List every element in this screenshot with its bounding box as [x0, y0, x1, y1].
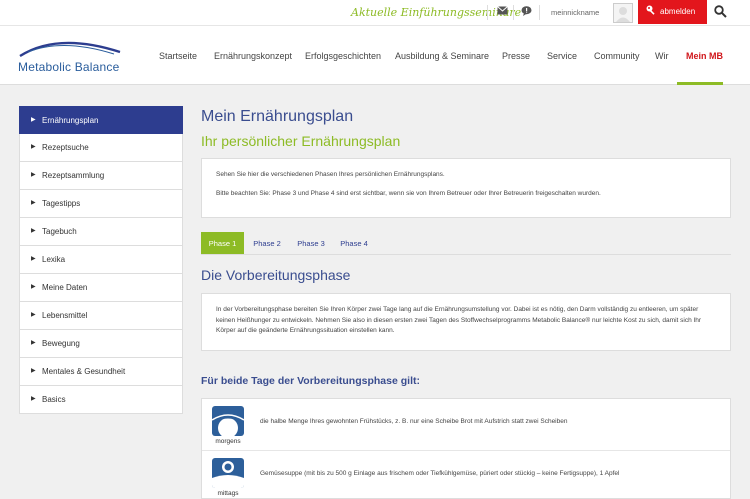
- chat-icon[interactable]: [521, 6, 532, 19]
- sidebar-item-lexika[interactable]: ▶ Lexika: [19, 246, 183, 274]
- tab-phase-4[interactable]: Phase 4: [333, 232, 375, 254]
- chevron-right-icon: ▶: [31, 340, 36, 346]
- nav-ausbildung-seminare[interactable]: Ausbildung & Seminare: [395, 51, 489, 61]
- divider: [487, 5, 488, 20]
- seminars-link[interactable]: Aktuelle Einführungsseminare: [351, 6, 521, 19]
- day-row-noon: mittags Gemüsesuppe (mit bis zu 500 g Ei…: [202, 450, 730, 499]
- sidebar-item-bewegung[interactable]: ▶ Bewegung: [19, 330, 183, 358]
- main-header: Metabolic Balance Startseite Ernährungsk…: [0, 25, 750, 85]
- nav-mein-mb[interactable]: Mein MB: [686, 51, 723, 61]
- chevron-right-icon: ▶: [31, 172, 36, 178]
- sidebar-item-label: Lexika: [42, 255, 66, 264]
- sidebar-item-mentales-gesundheit[interactable]: ▶ Mentales & Gesundheit: [19, 358, 183, 386]
- sunrise-icon: [212, 406, 244, 436]
- page-subtitle: Ihr persönlicher Ernährungsplan: [201, 133, 401, 149]
- sidebar-item-label: Rezeptsuche: [42, 143, 89, 152]
- chevron-right-icon: ▶: [31, 144, 36, 150]
- chevron-right-icon: ▶: [31, 368, 36, 374]
- day-text: die halbe Menge Ihres gewohnten Frühstüc…: [260, 418, 568, 425]
- logo[interactable]: Metabolic Balance: [18, 34, 128, 78]
- tab-phase-1[interactable]: Phase 1: [201, 232, 244, 254]
- sidebar-item-basics[interactable]: ▶ Basics: [19, 386, 183, 414]
- chevron-right-icon: ▶: [31, 256, 36, 262]
- day-label: morgens: [215, 438, 241, 445]
- logout-label: abmelden: [660, 7, 696, 16]
- nav-community[interactable]: Community: [594, 51, 640, 61]
- sidebar-item-label: Meine Daten: [42, 283, 88, 292]
- logo-text: Metabolic Balance: [18, 60, 120, 74]
- mail-icon[interactable]: [497, 6, 508, 18]
- nav-wir[interactable]: Wir: [655, 51, 669, 61]
- logo-swoosh-icon: [19, 41, 121, 58]
- days-heading: Für beide Tage der Vorbereitungsphase gi…: [201, 375, 420, 387]
- search-icon[interactable]: [714, 5, 727, 20]
- nav-startseite[interactable]: Startseite: [159, 51, 197, 61]
- sidebar-item-label: Lebensmittel: [42, 311, 88, 320]
- sidebar-item-meine-daten[interactable]: ▶ Meine Daten: [19, 274, 183, 302]
- day-row-morning: morgens die halbe Menge Ihres gewohnten …: [202, 399, 730, 449]
- nav-presse[interactable]: Presse: [502, 51, 530, 61]
- divider: [201, 254, 731, 255]
- chevron-right-icon: ▶: [31, 284, 36, 290]
- avatar[interactable]: [613, 3, 633, 23]
- sidebar: ▶ Ernährungsplan ▶ Rezeptsuche ▶ Rezeptsamm…: [19, 106, 183, 414]
- info-text: Sehen Sie hier die verschiedenen Phasen …: [216, 171, 445, 178]
- info-text: Bitte beachten Sie: Phase 3 und Phase 4 …: [216, 190, 601, 197]
- nav-service[interactable]: Service: [547, 51, 577, 61]
- sidebar-item-label: Rezeptsammlung: [42, 171, 105, 180]
- page-title: Mein Ernährungsplan: [201, 108, 354, 125]
- chevron-right-icon: ▶: [31, 312, 36, 318]
- sidebar-item-tagestipps[interactable]: ▶ Tagestipps: [19, 190, 183, 218]
- divider: [539, 5, 540, 20]
- days-box: morgens die halbe Menge Ihres gewohnten …: [201, 398, 731, 499]
- chevron-right-icon: ▶: [31, 228, 36, 234]
- sidebar-item-tagebuch[interactable]: ▶ Tagebuch: [19, 218, 183, 246]
- day-label: mittags: [217, 490, 239, 497]
- logout-button[interactable]: abmelden: [638, 0, 707, 24]
- active-nav-indicator: [677, 82, 723, 85]
- chevron-right-icon: ▶: [31, 396, 36, 402]
- top-utility-bar: Aktuelle Einführungsseminare meinnicknam…: [0, 0, 750, 25]
- day-text: Gemüsesuppe (mit bis zu 500 g Einlage au…: [260, 470, 620, 477]
- chevron-right-icon: ▶: [31, 200, 36, 206]
- sidebar-item-label: Tagebuch: [42, 227, 77, 236]
- username[interactable]: meinnickname: [551, 8, 599, 17]
- sidebar-item-rezeptsuche[interactable]: ▶ Rezeptsuche: [19, 134, 183, 162]
- tab-phase-2[interactable]: Phase 2: [246, 232, 288, 254]
- sidebar-item-rezeptsammlung[interactable]: ▶ Rezeptsammlung: [19, 162, 183, 190]
- sidebar-item-ernaehrungsplan[interactable]: ▶ Ernährungsplan: [19, 106, 183, 134]
- sidebar-item-label: Bewegung: [42, 339, 80, 348]
- phase-title: Die Vorbereitungsphase: [201, 267, 351, 283]
- info-box: Sehen Sie hier die verschiedenen Phasen …: [201, 158, 731, 218]
- key-icon: [646, 5, 657, 18]
- sidebar-item-label: Basics: [42, 395, 66, 404]
- sun-icon: [212, 458, 244, 488]
- sidebar-item-lebensmittel[interactable]: ▶ Lebensmittel: [19, 302, 183, 330]
- chevron-right-icon: ▶: [31, 117, 36, 123]
- sidebar-item-label: Ernährungsplan: [42, 116, 99, 125]
- sidebar-item-label: Tagestipps: [42, 199, 81, 208]
- nav-erfolgsgeschichten[interactable]: Erfolgsgeschichten: [305, 51, 381, 61]
- sidebar-item-label: Mentales & Gesundheit: [42, 367, 126, 376]
- nav-ernaehrungskonzept[interactable]: Ernährungskonzept: [214, 51, 292, 61]
- divider: [513, 5, 514, 20]
- phase-description: In der Vorbereitungsphase bereiten Sie I…: [201, 293, 731, 351]
- tab-phase-3[interactable]: Phase 3: [290, 232, 332, 254]
